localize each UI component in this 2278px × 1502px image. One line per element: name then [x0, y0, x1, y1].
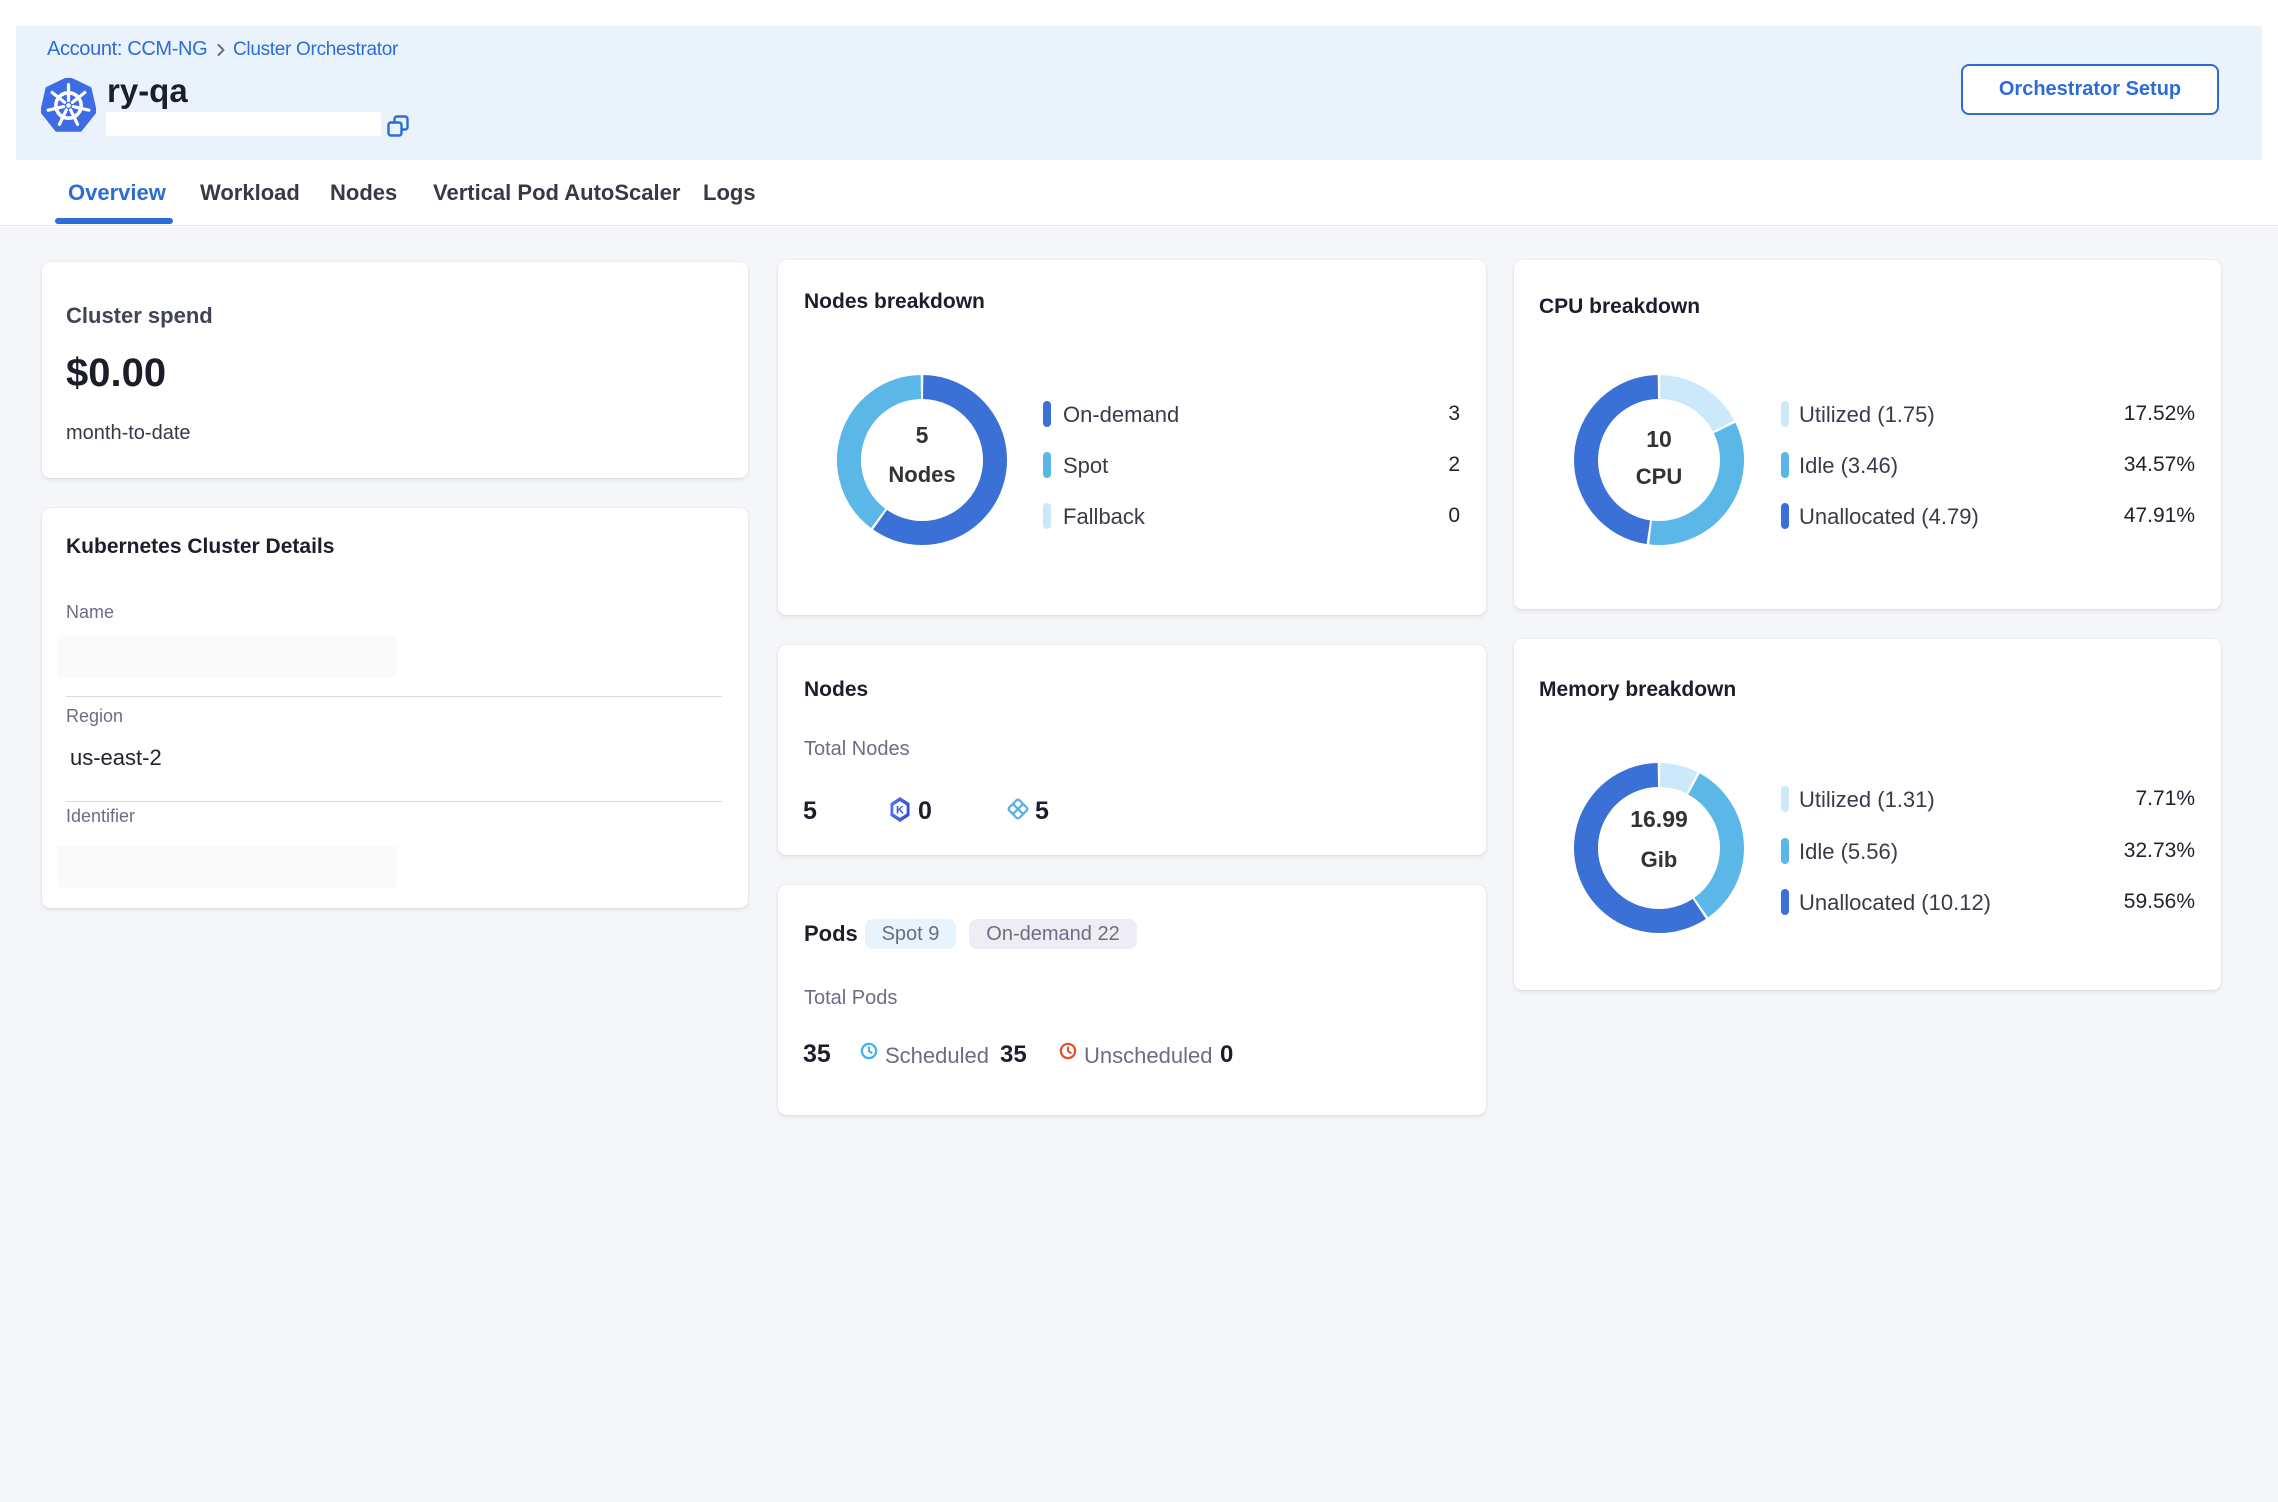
svg-text:K: K	[896, 804, 904, 816]
